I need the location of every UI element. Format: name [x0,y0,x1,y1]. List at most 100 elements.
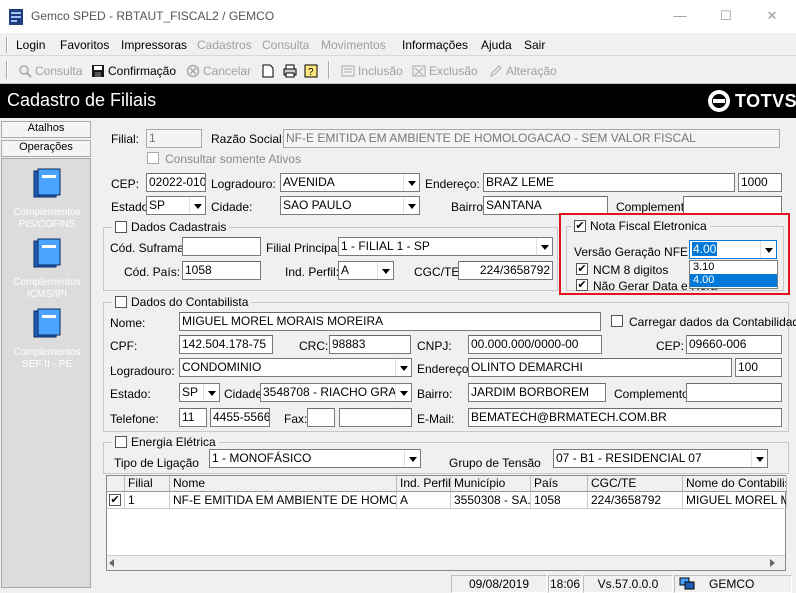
table-row-municipio[interactable]: 3550308 - SA... [451,492,531,509]
print-button[interactable] [283,62,297,80]
dados-cadastrais-checkbox[interactable] [115,221,127,233]
versao-option-310[interactable]: 3.10 [690,261,777,274]
chevron-down-icon[interactable] [395,359,411,376]
minimize-icon[interactable]: — [670,7,690,25]
suframa-input[interactable] [182,237,261,256]
maximize-icon[interactable]: ☐ [716,7,736,25]
numero-input[interactable]: 1000 [738,173,782,192]
chevron-down-icon[interactable] [536,238,552,255]
menu-consulta[interactable]: Consulta [262,38,309,52]
cont-numero-input[interactable]: 100 [735,358,782,377]
perfil-select[interactable]: A [338,261,394,280]
nao-gerar-checkbox[interactable]: ✔ [576,279,588,291]
endereco-input[interactable]: BRAZ LEME [483,173,735,192]
cont-cpf-input[interactable]: 142.504.178-75 [179,335,273,354]
cep-input[interactable]: 02022-010 [146,173,206,192]
grid-header-nome[interactable]: Nome [170,476,397,492]
menu-login[interactable]: Login [16,38,45,52]
cont-telefone-input[interactable]: 4455-5566 [210,408,270,427]
alteracao-button[interactable]: Alteração [489,62,557,80]
cont-fax-ddd-input[interactable] [307,408,335,427]
estado-select[interactable]: SP [146,196,206,215]
cont-cep-input[interactable]: 09660-006 [686,335,782,354]
scroll-left-icon[interactable] [109,559,114,567]
table-row-checkbox-cell[interactable]: ✔ [107,492,125,509]
confirmacao-button[interactable]: Confirmação [91,62,176,80]
grid-header-municipio[interactable]: Município [451,476,531,492]
table-row-ind-perfil[interactable]: A [397,492,451,509]
grid-header-pais[interactable]: País [531,476,588,492]
filial-principal-select[interactable]: 1 - FILIAL 1 - SP [338,237,553,256]
complementos-pis-cofins-item[interactable]: Complementos PIS/COFINS [2,167,92,231]
help-button[interactable]: ? [304,62,318,80]
menu-cadastros[interactable]: Cadastros [197,38,252,52]
chevron-down-icon[interactable] [760,241,776,258]
table-row-pais[interactable]: 1058 [531,492,588,509]
menu-informacoes[interactable]: Informações [402,38,468,52]
chevron-down-icon[interactable] [203,384,219,401]
chevron-down-icon[interactable] [403,174,419,191]
grid-header-ind-perfil[interactable]: Ind. Perfil [397,476,451,492]
menu-movimentos[interactable]: Movimentos [321,38,386,52]
tensao-select[interactable]: 07 - B1 - RESIDENCIAL 07 [553,449,768,468]
pais-input[interactable]: 1058 [182,261,261,280]
cont-logradouro-select[interactable]: CONDOMINIO [179,358,412,377]
energia-checkbox[interactable] [115,436,127,448]
consulta-button[interactable]: Consulta [18,62,82,80]
grid-horizontal-scrollbar[interactable] [107,555,785,570]
complementos-icms-ipi-item[interactable]: Complementos ICMS/IPI [2,237,92,301]
cont-endereco-input[interactable]: OLINTO DEMARCHI [468,358,732,377]
versao-nfe-select[interactable]: 4.00 [689,240,777,259]
chevron-down-icon[interactable] [751,450,767,467]
chevron-down-icon[interactable] [189,197,205,214]
cont-complemento-input[interactable] [686,383,782,402]
ncm-checkbox[interactable]: ✔ [576,263,588,275]
menu-ajuda[interactable]: Ajuda [481,38,512,52]
versao-option-400[interactable]: 4.00 [690,274,777,287]
chevron-down-icon[interactable] [403,197,419,214]
table-row-nome[interactable]: NF-E EMITIDA EM AMBIENTE DE HOMOL... [170,492,397,509]
razao-social-input[interactable]: NF-E EMITIDA EM AMBIENTE DE HOMOLOGACAO … [283,129,780,148]
contabilista-checkbox[interactable] [115,296,127,308]
cont-cidade-select[interactable]: 3548708 - RIACHO GRAND [260,383,412,402]
inclusao-button[interactable]: Inclusão [341,62,403,80]
chevron-down-icon[interactable] [404,450,420,467]
cidade-select[interactable]: SAO PAULO [280,196,420,215]
nfe-checkbox[interactable]: ✔ [574,220,586,232]
menu-impressoras[interactable]: Impressoras [121,38,187,52]
cont-cnpj-input[interactable]: 00.000.000/0000-00 [468,335,602,354]
consultar-ativos-checkbox[interactable] [147,152,159,164]
carregar-checkbox[interactable] [611,315,623,327]
cont-nome-input[interactable]: MIGUEL MOREL MORAIS MOREIRA [179,312,601,331]
table-row-cgc[interactable]: 224/3658792 [588,492,683,509]
scroll-right-icon[interactable] [770,559,775,567]
row-select-checkbox[interactable]: ✔ [109,494,121,506]
cgc-input[interactable]: 224/3658792 [458,261,553,280]
menu-favoritos[interactable]: Favoritos [60,38,109,52]
complementos-sef-pe-item[interactable]: Complementos SEF II - PE [2,307,92,371]
tab-operacoes[interactable]: Operações [1,140,91,157]
new-document-button[interactable] [261,62,275,80]
chevron-down-icon[interactable] [377,262,393,279]
cont-bairro-input[interactable]: JARDIM BORBOREM [468,383,606,402]
book-icon [33,238,61,268]
table-row-filial[interactable]: 1 [125,492,170,509]
logradouro-select[interactable]: AVENIDA [280,173,420,192]
cont-crc-input[interactable]: 98883 [329,335,411,354]
cont-estado-select[interactable]: SP [179,383,220,402]
grid-header-filial[interactable]: Filial [125,476,170,492]
cont-email-input[interactable]: BEMATECH@BRMATECH.COM.BR [468,408,782,427]
ligacao-select[interactable]: 1 - MONOFÁSICO [209,449,421,468]
cont-ddd-input[interactable]: 11 [179,408,207,427]
cancelar-button[interactable]: Cancelar [186,62,251,80]
cont-fax-input[interactable] [339,408,412,427]
grid-header-contabilista[interactable]: Nome do Contabilista [683,476,787,492]
menu-sair[interactable]: Sair [524,38,545,52]
close-icon[interactable]: ✕ [762,7,782,25]
tab-atalhos[interactable]: Atalhos [1,121,91,138]
exclusao-button[interactable]: Exclusão [412,62,478,80]
grid-header-cgc[interactable]: CGC/TE [588,476,683,492]
chevron-down-icon[interactable] [395,384,411,401]
filial-input[interactable]: 1 [146,129,202,148]
table-row-contabilista[interactable]: MIGUEL MOREL MO [683,492,787,509]
